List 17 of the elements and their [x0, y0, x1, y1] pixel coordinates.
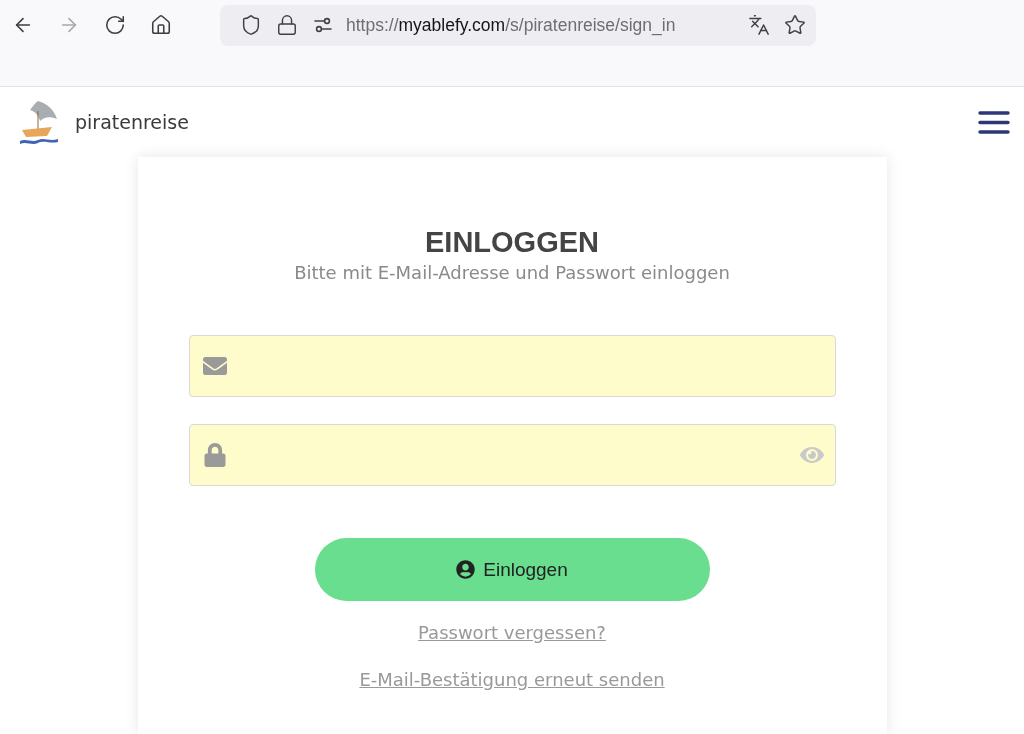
home-icon[interactable] — [150, 14, 172, 36]
url-text: https://myablefy.com/s/piratenreise/sign_in — [346, 14, 677, 36]
menu-icon[interactable] — [978, 109, 1010, 135]
shield-icon[interactable] — [240, 14, 262, 36]
login-button[interactable]: Einloggen — [314, 538, 710, 601]
site-name[interactable]: piratenreise — [75, 111, 189, 133]
login-title: EINLOGGEN — [425, 225, 599, 259]
reload-icon[interactable] — [104, 14, 126, 36]
translate-icon[interactable] — [748, 14, 770, 36]
envelope-icon — [202, 354, 227, 378]
star-icon[interactable] — [784, 14, 806, 36]
padlock-icon — [202, 443, 227, 467]
password-field[interactable] — [188, 424, 836, 486]
email-field[interactable] — [188, 335, 836, 397]
login-subtitle: Bitte mit E-Mail-Adresse und Passwort einloggen — [294, 262, 730, 284]
padlock-icon[interactable] — [276, 14, 298, 36]
address-bar[interactable]: https://myablefy.com/s/piratenreise/sign_in — [220, 4, 816, 46]
